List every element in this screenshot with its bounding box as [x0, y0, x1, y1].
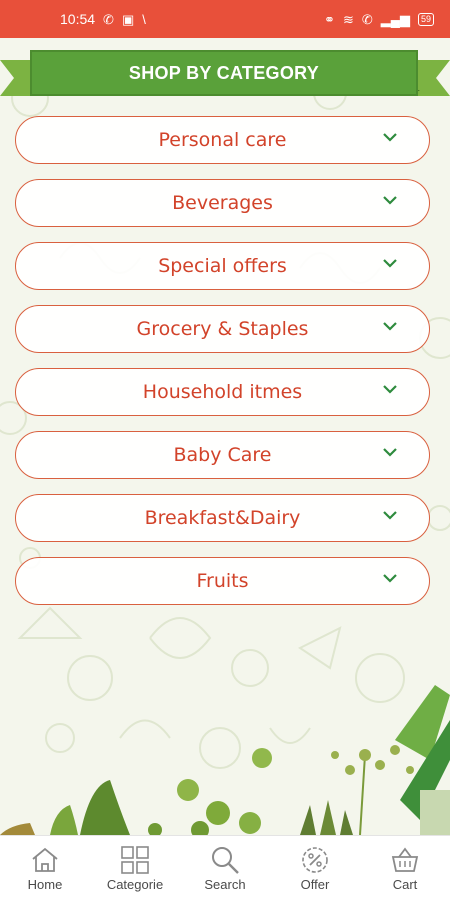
chevron-down-icon[interactable]: [381, 382, 399, 396]
banner-title: SHOP BY CATEGORY: [30, 50, 418, 96]
nav-offer[interactable]: Offer: [270, 845, 360, 892]
category-breakfast-dairy[interactable]: Breakfast&Dairy: [15, 494, 430, 542]
whatsapp-icon: ✆: [103, 11, 114, 27]
headphones-icon: ⚭: [324, 11, 335, 27]
bottom-navigation: Home Categorie Search Offer Cart: [0, 835, 450, 900]
grid-icon: [121, 845, 149, 874]
category-label: Fruits: [196, 570, 249, 592]
nav-categories-label: Categorie: [106, 876, 164, 892]
category-special-offers[interactable]: Special offers: [15, 242, 430, 290]
category-fruits[interactable]: Fruits: [15, 557, 430, 605]
call-icon: ✆: [361, 11, 373, 27]
nav-home[interactable]: Home: [0, 845, 90, 892]
chevron-down-icon[interactable]: [381, 193, 399, 207]
instagram-icon: ▣: [121, 11, 135, 27]
cell-signal-icon: ▂▄▆: [380, 11, 410, 27]
category-personal-care[interactable]: Personal care: [15, 116, 430, 164]
status-left: 10:54 ✆ ▣ \: [60, 11, 146, 27]
category-label: Breakfast&Dairy: [144, 507, 301, 529]
category-banner: SHOP BY CATEGORY: [0, 50, 450, 100]
nav-categories[interactable]: Categorie: [90, 845, 180, 892]
nav-search[interactable]: Search: [180, 845, 270, 892]
nav-offer-label: Offer: [300, 876, 330, 892]
category-grocery-staples[interactable]: Grocery & Staples: [15, 305, 430, 353]
category-label: Personal care: [158, 129, 287, 151]
chevron-down-icon[interactable]: [381, 445, 399, 459]
battery-icon: 59: [417, 12, 434, 26]
cart-icon: [391, 847, 419, 872]
percent-badge-icon: [302, 846, 328, 873]
nav-cart[interactable]: Cart: [360, 845, 450, 892]
search-icon: [212, 846, 239, 874]
category-label: Beverages: [172, 192, 273, 214]
chevron-down-icon[interactable]: [381, 256, 399, 270]
vegetable-decoration: [0, 680, 450, 839]
status-right: ⚭ ≋ ✆ ▂▄▆ 59: [324, 11, 434, 27]
signal-slash-icon: \: [142, 11, 146, 27]
home-icon: [32, 847, 58, 872]
chevron-down-icon[interactable]: [381, 130, 399, 144]
category-label: Special offers: [158, 255, 287, 277]
nav-search-label: Search: [204, 876, 246, 892]
chevron-down-icon[interactable]: [381, 508, 399, 522]
category-label: Grocery & Staples: [136, 318, 309, 340]
category-baby-care[interactable]: Baby Care: [15, 431, 430, 479]
category-beverages[interactable]: Beverages: [15, 179, 430, 227]
chevron-down-icon[interactable]: [381, 571, 399, 585]
status-time: 10:54: [60, 11, 96, 27]
wifi-icon: ≋: [342, 11, 354, 27]
category-list: Personal care Beverages Special offers G…: [15, 116, 430, 620]
vegetables-image: [0, 685, 450, 839]
nav-cart-label: Cart: [392, 876, 418, 892]
category-label: Baby Care: [173, 444, 272, 466]
category-household-items[interactable]: Household itmes: [15, 368, 430, 416]
nav-home-label: Home: [27, 876, 63, 892]
chevron-down-icon[interactable]: [381, 319, 399, 333]
category-label: Household itmes: [142, 381, 303, 403]
status-bar: 10:54 ✆ ▣ \ ⚭ ≋ ✆ ▂▄▆ 59: [0, 0, 450, 38]
